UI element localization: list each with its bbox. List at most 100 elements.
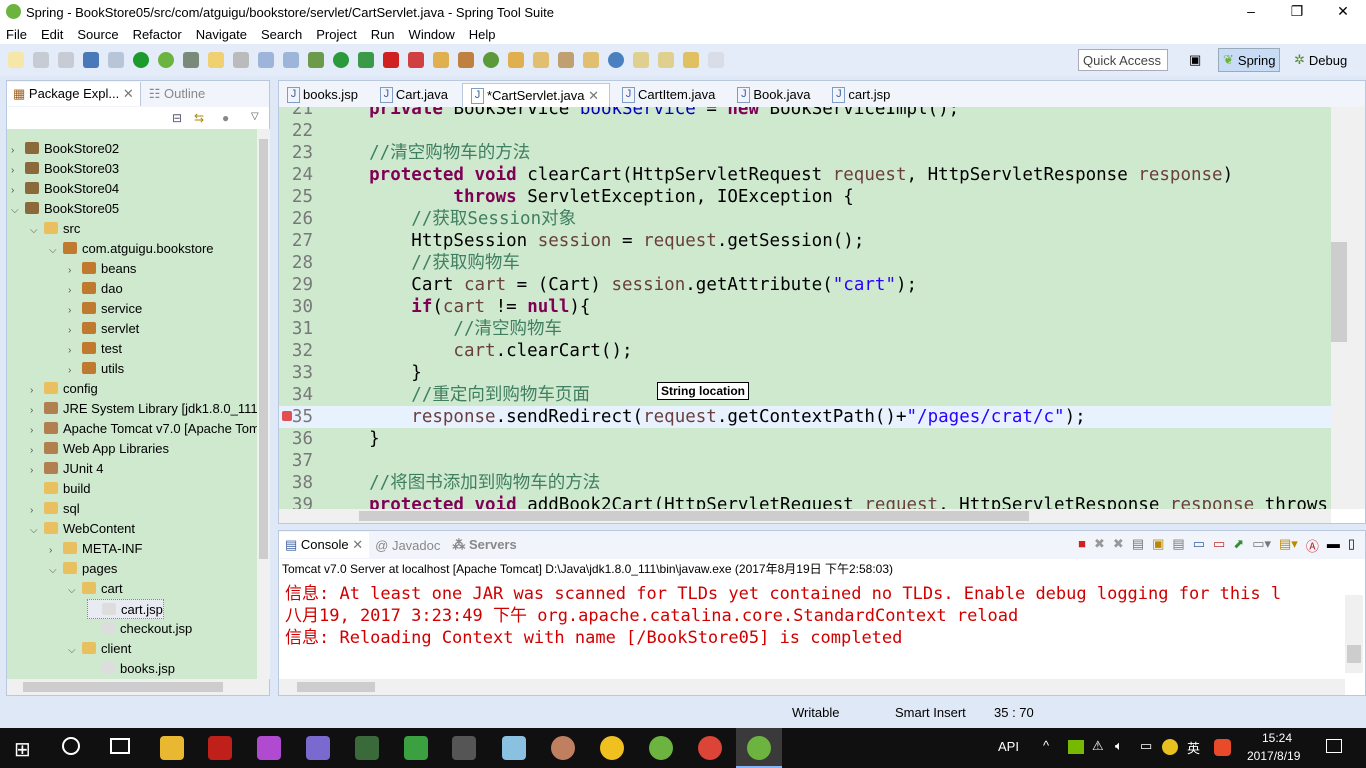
code-line[interactable]: 28 //获取购物车 [279, 252, 1331, 274]
network-warning-icon[interactable]: ⚠ [1092, 738, 1104, 754]
active-spring-task[interactable] [736, 728, 782, 768]
chevron-down-icon[interactable]: ⌵ [11, 201, 23, 221]
code-line[interactable]: 37 [279, 450, 1331, 472]
open-type-icon[interactable] [508, 52, 524, 68]
chevron-right-icon[interactable]: › [68, 281, 80, 301]
code-line[interactable]: 31 //清空购物车 [279, 318, 1331, 340]
maximize-button[interactable]: ❐ [1274, 0, 1320, 24]
tree-item[interactable]: › META-INF [49, 539, 142, 559]
youdao-icon[interactable] [208, 736, 232, 760]
nvidia-icon[interactable] [1068, 740, 1084, 754]
globe-icon[interactable] [608, 52, 624, 68]
maximize-view-icon[interactable]: ▯ [1348, 536, 1355, 555]
highlight-icon[interactable] [208, 52, 224, 68]
perspective-debug[interactable]: ✲ Debug [1290, 48, 1351, 72]
chevron-right-icon[interactable]: › [30, 501, 42, 521]
next-annotation-icon[interactable] [633, 52, 649, 68]
code-line[interactable]: 34 //重定向到购物车页面 [279, 384, 1331, 406]
tree-item[interactable]: › BookStore03 [11, 159, 119, 179]
show-on-stderr-icon[interactable]: ▭ [1213, 536, 1225, 555]
open-perspective-icon[interactable]: ▣ [1185, 48, 1213, 72]
whitespace-icon[interactable] [283, 52, 299, 68]
security-app-icon[interactable] [1162, 739, 1178, 755]
tree-item[interactable]: › dao [68, 279, 123, 299]
chrome-icon[interactable] [698, 736, 722, 760]
chevron-down-icon[interactable]: ⌵ [30, 521, 42, 541]
tab-console[interactable]: ▤ Console ✕ [279, 532, 370, 558]
code-line[interactable]: 26 //获取Session对象 [279, 208, 1331, 230]
tree-item[interactable]: checkout.jsp [87, 619, 192, 639]
app-icon[interactable] [452, 736, 476, 760]
chevron-down-icon[interactable]: ⌵ [49, 241, 61, 261]
tree-item[interactable]: cart.jsp [87, 599, 164, 619]
code-line[interactable]: 27 HttpSession session = request.getSess… [279, 230, 1331, 252]
tree-item[interactable]: › JRE System Library [jdk1.8.0_111] [30, 399, 257, 419]
console-vertical-scrollbar[interactable] [1345, 595, 1363, 673]
tree-item[interactable]: › service [68, 299, 142, 319]
menu-window[interactable]: Window [409, 27, 455, 42]
toggle-icon[interactable] [233, 52, 249, 68]
editor-tab[interactable]: books.jsp [279, 83, 368, 107]
tree-item[interactable]: › utils [68, 359, 124, 379]
remove-all-icon[interactable]: ✖ [1113, 536, 1124, 555]
minimize-button[interactable]: – [1228, 0, 1274, 24]
battery-icon[interactable]: ▭ [1140, 738, 1152, 754]
tree-item[interactable]: › sql [30, 499, 80, 519]
editor-tab[interactable]: CartItem.java [614, 83, 725, 107]
chevron-right-icon[interactable]: › [30, 441, 42, 461]
menu-navigate[interactable]: Navigate [196, 27, 247, 42]
file-explorer-icon[interactable] [160, 736, 184, 760]
tab-outline[interactable]: ☷ Outline [141, 82, 213, 106]
chevron-right-icon[interactable]: › [68, 321, 80, 341]
qq-icon[interactable] [600, 736, 624, 760]
tree-horizontal-scrollbar[interactable] [7, 679, 269, 695]
sogou-icon[interactable] [1214, 739, 1231, 756]
tree-item[interactable]: › Apache Tomcat v7.0 [Apache Tomcat v7.0] [30, 419, 257, 439]
word-wrap-icon[interactable]: ▤ [1172, 536, 1184, 555]
chevron-right-icon[interactable]: › [30, 381, 42, 401]
console-horizontal-scrollbar[interactable] [279, 679, 1345, 695]
ime-indicator[interactable]: 英 [1187, 738, 1200, 757]
chevron-right-icon[interactable]: › [30, 461, 42, 481]
editor-horizontal-scrollbar[interactable] [279, 509, 1331, 523]
ant-icon[interactable]: Ⓐ [1306, 536, 1319, 555]
new-package-icon[interactable] [458, 52, 474, 68]
editor-tab[interactable]: Cart.java [372, 83, 458, 107]
close-tab-icon[interactable]: ✕ [585, 88, 599, 103]
close-icon[interactable]: ✕ [123, 86, 134, 101]
terminal-icon[interactable] [83, 52, 99, 68]
app-icon[interactable] [502, 736, 526, 760]
new-spring-icon[interactable] [483, 52, 499, 68]
code-line[interactable]: 24 protected void clearCart(HttpServletR… [279, 164, 1331, 186]
tree-item[interactable]: ⌵ src [30, 219, 80, 239]
open-folder-icon[interactable] [533, 52, 549, 68]
tree-item[interactable]: ⌵ WebContent [30, 519, 135, 539]
tree-item[interactable]: › BookStore02 [11, 139, 119, 159]
chevron-right-icon[interactable]: › [68, 361, 80, 381]
code-line[interactable]: 35 response.sendRedirect(request.getCont… [279, 406, 1331, 428]
volume-icon[interactable]: 🔈︎ [1115, 738, 1123, 754]
run-external-icon[interactable] [358, 52, 374, 68]
quick-access-input[interactable]: Quick Access [1078, 49, 1168, 71]
chevron-down-icon[interactable]: ⌵ [30, 221, 42, 241]
filters-icon[interactable]: ● [222, 111, 229, 125]
stop-icon[interactable] [383, 52, 399, 68]
chevron-right-icon[interactable]: › [68, 301, 80, 321]
chevron-right-icon[interactable]: › [68, 261, 80, 281]
clock-time[interactable]: 15:24 [1262, 731, 1292, 745]
tree-item[interactable]: › config [30, 379, 98, 399]
clear-console-icon[interactable]: ▤ [1132, 536, 1144, 555]
code-line[interactable]: 36 } [279, 428, 1331, 450]
code-line[interactable]: 29 Cart cart = (Cart) session.getAttribu… [279, 274, 1331, 296]
tree-item[interactable]: build [30, 479, 90, 499]
code-line[interactable]: 30 if(cart != null){ [279, 296, 1331, 318]
menu-source[interactable]: Source [77, 27, 118, 42]
run-icon[interactable] [333, 52, 349, 68]
folder-icon[interactable] [583, 52, 599, 68]
prev-annotation-icon[interactable] [658, 52, 674, 68]
collapse-all-icon[interactable]: ⊟ [172, 111, 182, 125]
search-icon[interactable] [62, 737, 80, 755]
action-center-icon[interactable] [1326, 739, 1342, 753]
editor-tab[interactable]: Book.java [729, 83, 820, 107]
spring-icon[interactable] [158, 52, 174, 68]
